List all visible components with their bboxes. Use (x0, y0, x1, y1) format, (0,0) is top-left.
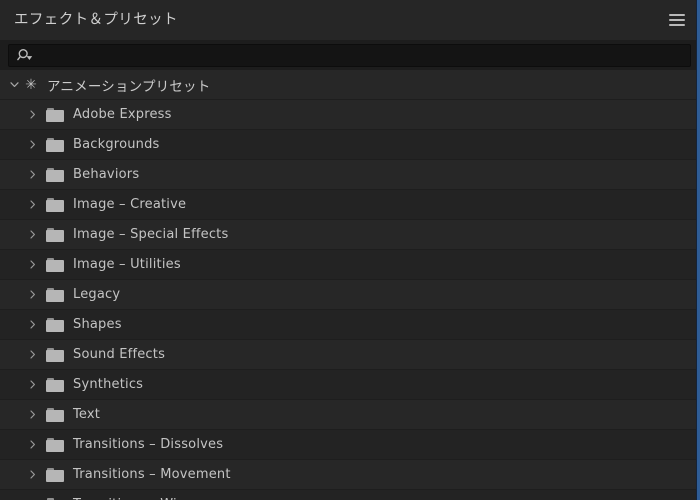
folder-icon (46, 437, 64, 452)
search-input[interactable] (38, 45, 690, 65)
hamburger-menu-icon (669, 14, 685, 26)
tree-item-row[interactable]: Image – Special Effects (0, 220, 700, 250)
tree-item-row[interactable]: Transitions – Movement (0, 460, 700, 490)
chevron-right-icon[interactable] (24, 407, 40, 423)
search-bar-row (0, 40, 700, 70)
tree-item-row[interactable]: Transitions – Dissolves (0, 430, 700, 460)
chevron-down-icon[interactable] (6, 77, 22, 93)
chevron-right-icon[interactable] (24, 227, 40, 243)
tree-item-label: Behaviors (73, 167, 140, 182)
tree-item-row[interactable]: Synthetics (0, 370, 700, 400)
tree-item-label: Image – Creative (73, 197, 187, 212)
folder-icon (46, 227, 64, 242)
chevron-right-icon[interactable] (24, 377, 40, 393)
tree-item-row[interactable]: Image – Creative (0, 190, 700, 220)
chevron-right-icon[interactable] (24, 257, 40, 273)
search-box[interactable] (8, 43, 691, 67)
panel-menu-button[interactable] (662, 0, 692, 40)
asterisk-icon: ✳ (25, 76, 37, 93)
tree-item-label: Image – Special Effects (73, 227, 229, 242)
panel-header: エフェクト＆プリセット (0, 0, 700, 40)
chevron-right-icon[interactable] (24, 497, 40, 500)
tree-item-row[interactable]: Text (0, 400, 700, 430)
tree-item-row[interactable]: Legacy (0, 280, 700, 310)
tree-item-label: Transitions – Movement (73, 467, 231, 482)
folder-icon (46, 257, 64, 272)
effects-and-presets-panel: エフェクト＆プリセット ✳ アニメーションプリセット Adobe Express… (0, 0, 700, 500)
tree-item-label: Synthetics (73, 377, 144, 392)
tree-item-row[interactable]: Transitions – Wipes (0, 490, 700, 500)
folder-icon (46, 287, 64, 302)
tree-item-label: Transitions – Dissolves (73, 437, 224, 452)
tree-item-row[interactable]: Sound Effects (0, 340, 700, 370)
folder-icon (46, 167, 64, 182)
chevron-right-icon[interactable] (24, 467, 40, 483)
tree-item-label: Text (73, 407, 101, 422)
search-icon[interactable] (17, 48, 34, 63)
tree-rows-container: Adobe Express Backgrounds Behaviors Image –… (0, 100, 700, 500)
folder-icon (46, 347, 64, 362)
tree-item-row[interactable]: Shapes (0, 310, 700, 340)
tree-item-label: Legacy (73, 287, 121, 302)
folder-icon (46, 107, 64, 122)
chevron-right-icon[interactable] (24, 167, 40, 183)
folder-icon (46, 317, 64, 332)
chevron-right-icon[interactable] (24, 137, 40, 153)
panel-focus-border-inner (696, 0, 697, 500)
folder-icon (46, 197, 64, 212)
chevron-right-icon[interactable] (24, 437, 40, 453)
folder-icon (46, 467, 64, 482)
chevron-right-icon[interactable] (24, 317, 40, 333)
presets-tree[interactable]: ✳ アニメーションプリセット Adobe Express Backgrounds B… (0, 70, 700, 500)
tree-item-label: Backgrounds (73, 137, 160, 152)
tree-item-label: Sound Effects (73, 347, 166, 362)
chevron-right-icon[interactable] (24, 347, 40, 363)
tree-root-label: アニメーションプリセット (47, 78, 211, 95)
tree-item-row[interactable]: Adobe Express (0, 100, 700, 130)
tree-item-label: Shapes (73, 317, 122, 332)
chevron-right-icon[interactable] (24, 197, 40, 213)
tree-item-label: Image – Utilities (73, 257, 181, 272)
tree-item-row[interactable]: Behaviors (0, 160, 700, 190)
tree-item-row[interactable]: Backgrounds (0, 130, 700, 160)
tree-item-row[interactable]: Image – Utilities (0, 250, 700, 280)
chevron-right-icon[interactable] (24, 107, 40, 123)
tree-root-animation-presets[interactable]: ✳ アニメーションプリセット (0, 70, 700, 100)
chevron-right-icon[interactable] (24, 287, 40, 303)
tree-item-label: Adobe Express (73, 107, 172, 122)
panel-title: エフェクト＆プリセット (14, 11, 178, 28)
folder-icon (46, 137, 64, 152)
folder-icon (46, 407, 64, 422)
folder-icon (46, 377, 64, 392)
